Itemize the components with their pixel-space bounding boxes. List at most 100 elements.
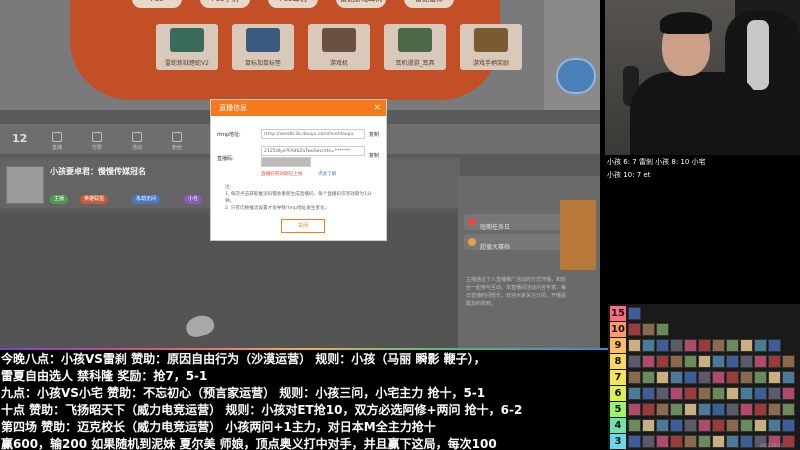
rules-line: 雷夏自由选人 禁科隆 奖励：抢7，5-1 [1, 369, 208, 383]
character-portrait [642, 387, 655, 400]
live-icon[interactable] [52, 132, 62, 142]
tier-row: 15 [608, 306, 800, 321]
dialog-title: 直播信息 [219, 104, 247, 112]
score-line: 小孩 6: 7 雷刹 小孩 8: 10 小宅 [607, 158, 706, 166]
promo-pill[interactable]: 雷蛇游戏耳机 [336, 0, 386, 8]
tag-badge[interactable]: 主播 [50, 195, 69, 204]
streamer-body [630, 72, 760, 155]
character-portrait [670, 403, 683, 416]
prize-tile[interactable]: 游戏手柄奖励 [460, 24, 522, 70]
character-portrait [712, 435, 725, 448]
character-portrait [782, 419, 795, 432]
character-portrait [684, 339, 697, 352]
clock: 2022 10 12 [760, 443, 783, 448]
prize-tile[interactable]: 雷蛇炼狱蝰蛇V2 [156, 24, 218, 70]
learn-more-link[interactable]: 点此了解 [318, 171, 336, 177]
tier-label: 7 [610, 370, 626, 385]
character-portrait [740, 403, 753, 416]
character-portrait [726, 419, 739, 432]
rtmp-field[interactable]: rtmp://sendtc3a.douyu.com/live/douyu [261, 129, 365, 139]
character-portrait [740, 339, 753, 352]
character-portrait [712, 387, 725, 400]
tier-row: 9 [608, 338, 800, 353]
character-portrait [656, 435, 669, 448]
character-portrait [768, 339, 781, 352]
tier-row: 5 [608, 402, 800, 417]
character-portrait [726, 371, 739, 384]
character-portrait [740, 419, 753, 432]
character-portrait [740, 355, 753, 368]
character-portrait [628, 339, 641, 352]
tag-badge[interactable]: 永劫无间 [132, 195, 161, 204]
prize-tile[interactable]: 游戏机 [308, 24, 370, 70]
webcam-feed [605, 0, 800, 155]
character-portrait [754, 403, 767, 416]
character-portrait [670, 419, 683, 432]
rules-overlay: 今晚八点：小孩VS雷刹 赞助：原因自由行为（沙漠运营） 规则：小孩（马丽 瞬影 … [0, 348, 608, 450]
tier-label: 8 [610, 354, 626, 369]
character-portrait [670, 371, 683, 384]
rules-line: 十点 赞助：飞扬昭天下（威力电竞运营） 规则：小孩对ET抢10，双方必选阿修+两… [1, 403, 523, 417]
promo-pill[interactable]: PS5手柄 [200, 0, 250, 8]
side-promo-image[interactable] [560, 200, 596, 270]
character-portrait [782, 403, 795, 416]
fans-icon[interactable] [172, 132, 182, 142]
tier-label: 15 [610, 306, 626, 321]
activity-icon[interactable] [132, 132, 142, 142]
character-portrait [712, 371, 725, 384]
close-icon[interactable]: × [373, 100, 381, 116]
character-portrait [670, 339, 683, 352]
prize-tile[interactable]: 耳机漫游_耳具 [384, 24, 446, 70]
close-button[interactable]: 关闭 [281, 219, 325, 233]
color-divider [0, 348, 608, 350]
character-portrait [698, 355, 711, 368]
trophy-icon [468, 238, 476, 246]
rtmp-label: rtmp地址: [217, 132, 241, 138]
character-portrait [698, 371, 711, 384]
character-portrait [670, 355, 683, 368]
character-portrait [670, 435, 683, 448]
promo-pill[interactable]: PS5耳机 [268, 0, 318, 8]
character-portrait [628, 355, 641, 368]
viewer-count: 12 [12, 132, 28, 145]
copy-code-button[interactable]: 复制 [369, 152, 379, 159]
gamepad-icon [474, 28, 508, 52]
character-portrait [684, 419, 697, 432]
character-portrait [656, 339, 669, 352]
character-portrait [656, 323, 669, 336]
tag-badge[interactable]: 小仓 [184, 195, 203, 204]
promo-banner: PS5 PS5手柄 PS5耳机 雷蛇游戏耳机 雷蛇鼠标 雷蛇炼狱蝰蛇V2 鼠标加… [0, 0, 600, 110]
character-portrait [684, 371, 697, 384]
character-portrait [628, 323, 641, 336]
character-portrait [684, 435, 697, 448]
character-portrait [740, 435, 753, 448]
character-portrait [698, 435, 711, 448]
prize-tile[interactable]: 鼠标加鼠标垫 [232, 24, 294, 70]
character-portrait [698, 339, 711, 352]
code-field[interactable]: 2125/8ye?FAd6ZaTwoSecrets=******* [261, 146, 365, 156]
tag-badge[interactable]: 英雄联盟 [80, 195, 109, 204]
avatar[interactable] [6, 166, 44, 204]
promo-pill[interactable]: 雷蛇鼠标 [404, 0, 454, 8]
promo-pill[interactable]: PS5 [132, 0, 182, 8]
character-portrait [712, 339, 725, 352]
character-portrait [768, 419, 781, 432]
character-portrait [684, 403, 697, 416]
character-portrait [642, 355, 655, 368]
pay-icon[interactable] [92, 132, 102, 142]
character-portrait [754, 339, 767, 352]
score-overlay: 小孩 6: 7 雷刹 小孩 8: 10 小宅 小孩 10: 7 et [605, 155, 800, 185]
character-portrait [684, 387, 697, 400]
fire-icon [468, 218, 476, 226]
character-portrait [712, 419, 725, 432]
character-portrait [782, 387, 795, 400]
character-portrait [754, 419, 767, 432]
dialog-header: 直播信息 × [211, 100, 386, 116]
copy-rtmp-button[interactable]: 复制 [369, 131, 379, 138]
character-portrait [726, 387, 739, 400]
code-label: 直播码: [217, 156, 234, 162]
character-portrait [754, 355, 767, 368]
score-line: 小孩 10: 7 et [607, 171, 651, 179]
headset-icon [398, 28, 432, 52]
character-portrait [628, 435, 641, 448]
